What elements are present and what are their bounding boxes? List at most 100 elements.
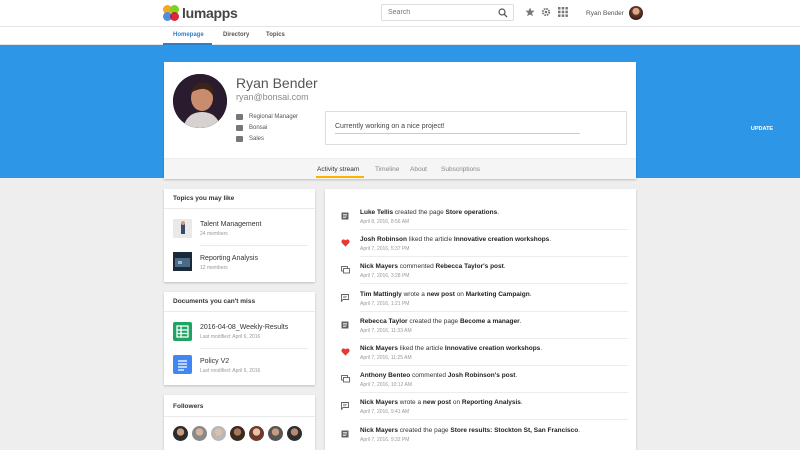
- tab-timeline[interactable]: Timeline: [375, 166, 399, 173]
- profile-card: Ryan Bender ryan@bonsai.com Regional Man…: [164, 62, 778, 179]
- star-icon[interactable]: [525, 7, 535, 17]
- feed-object[interactable]: new post: [427, 291, 455, 298]
- profile-department: Sales: [249, 136, 265, 142]
- feed-item[interactable]: Anthony Benteo commented Josh Robinson's…: [325, 366, 636, 394]
- feed-item[interactable]: Nick Mayers wrote a new post on Reportin…: [325, 393, 636, 421]
- feed-actor[interactable]: Nick Mayers: [360, 427, 398, 434]
- search-box[interactable]: [381, 4, 514, 21]
- document-icon[interactable]: [173, 355, 192, 374]
- tab-active-indicator: [316, 176, 364, 178]
- feed-object[interactable]: Marketing Campaign: [466, 291, 530, 298]
- main-nav: Homepage Directory Topics: [0, 27, 800, 45]
- feed-object[interactable]: Innovative creation workshops: [445, 345, 540, 352]
- feed-object[interactable]: new post: [423, 399, 451, 406]
- topic-thumbnail[interactable]: [173, 252, 192, 271]
- feed-object[interactable]: Rebecca Taylor's post: [436, 263, 504, 270]
- document-name[interactable]: Policy V2: [200, 358, 229, 365]
- feed-text: Nick Mayers wrote a new post on Reportin…: [360, 399, 523, 406]
- gear-icon[interactable]: [541, 7, 551, 17]
- feed-object[interactable]: Store operations: [446, 209, 498, 216]
- feed-item[interactable]: Josh Robinson liked the article Innovati…: [325, 230, 636, 258]
- nav-topics[interactable]: Topics: [266, 32, 285, 38]
- feed-timestamp: April 7, 2016, 1:21 PM: [360, 300, 410, 307]
- tab-subscriptions[interactable]: Subscriptions: [441, 166, 480, 173]
- nav-directory[interactable]: Directory: [223, 32, 249, 38]
- feed-actor[interactable]: Nick Mayers: [360, 345, 398, 352]
- feed-object[interactable]: Become a manager: [460, 318, 520, 325]
- feed-text: Nick Mayers liked the article Innovative…: [360, 345, 542, 352]
- avatar[interactable]: [249, 426, 264, 441]
- followers-list: [173, 426, 306, 441]
- avatar[interactable]: [173, 426, 188, 441]
- feed-tail: .: [520, 399, 523, 407]
- status-input[interactable]: Currently working on a nice project!: [335, 123, 445, 130]
- update-button[interactable]: UPDATE: [746, 123, 778, 135]
- feed-actor[interactable]: Nick Mayers: [360, 263, 398, 270]
- feed-object[interactable]: Innovative creation workshops: [454, 236, 549, 243]
- feed-object[interactable]: Reporting Analysis: [462, 399, 521, 406]
- documents-card: Documents you can't miss 2016-04-08_Week…: [164, 292, 315, 385]
- feed-actor[interactable]: Nick Mayers: [360, 399, 398, 406]
- topic-thumbnail[interactable]: [173, 219, 192, 238]
- document-modified: Last modified: April 6, 2016: [200, 368, 261, 374]
- feed-actor[interactable]: Rebecca Taylor: [360, 318, 408, 325]
- feed-item[interactable]: Nick Mayers commented Rebecca Taylor's p…: [325, 257, 636, 285]
- search-icon[interactable]: [498, 8, 508, 18]
- heart-icon: [341, 239, 350, 249]
- avatar[interactable]: [230, 426, 245, 441]
- feed-object[interactable]: Josh Robinson's post: [448, 372, 516, 379]
- feed-item[interactable]: Tim Mattingly wrote a new post on Market…: [325, 285, 636, 312]
- feed-item[interactable]: Luke Tellis created the page Store opera…: [325, 203, 636, 230]
- avatar[interactable]: [268, 426, 283, 441]
- feed-object[interactable]: Store results: Stockton St, San Francisc…: [450, 427, 578, 434]
- lumapps-logo-icon: [163, 5, 179, 21]
- feed-text: Nick Mayers created the page Store resul…: [360, 427, 580, 434]
- topic-name[interactable]: Talent Management: [200, 221, 261, 228]
- feed-tail: .: [578, 426, 581, 434]
- feed-timestamp: April 7, 2016, 11:33 AM: [360, 327, 412, 334]
- avatar[interactable]: [211, 426, 226, 441]
- apps-grid-icon[interactable]: [558, 7, 568, 17]
- avatar[interactable]: [192, 426, 207, 441]
- feed-verb: commented: [410, 372, 448, 380]
- tab-about[interactable]: About: [410, 166, 427, 173]
- user-menu[interactable]: Ryan Bender: [586, 6, 643, 20]
- feed-item[interactable]: Nick Mayers liked the article Innovative…: [325, 339, 636, 366]
- feed-text: Rebecca Taylor created the page Become a…: [360, 318, 521, 325]
- feed-timestamp: April 7, 2016, 10:12 AM: [360, 382, 412, 389]
- profile-email[interactable]: ryan@bonsai.com: [236, 92, 309, 102]
- comment-icon: [341, 375, 350, 385]
- feed-actor[interactable]: Tim Mattingly: [360, 291, 402, 298]
- profile-company: Bonsai: [249, 125, 268, 131]
- nav-homepage[interactable]: Homepage: [173, 32, 204, 38]
- briefcase-icon: [236, 125, 243, 131]
- feed-tail: on: [451, 399, 462, 407]
- top-bar: lumapps Ryan Bender: [0, 0, 800, 27]
- app-logo[interactable]: lumapps: [163, 4, 238, 22]
- document-name[interactable]: 2016-04-08_Weekly-Results: [200, 324, 288, 331]
- feed-text: Anthony Benteo commented Josh Robinson's…: [360, 372, 517, 379]
- topics-card: Topics you may like Talent Management 24…: [164, 189, 315, 282]
- feed-tail: .: [497, 209, 499, 216]
- post-icon: [341, 293, 349, 304]
- search-input[interactable]: [382, 5, 492, 20]
- badge-icon: [236, 114, 243, 120]
- page-icon: [341, 321, 349, 331]
- person-icon: [236, 136, 243, 142]
- topic-name[interactable]: Reporting Analysis: [200, 255, 258, 262]
- feed-item[interactable]: Nick Mayers created the page Store resul…: [325, 421, 636, 448]
- feed-item[interactable]: Rebecca Taylor created the page Become a…: [325, 312, 636, 339]
- divider: [164, 208, 315, 209]
- comment-icon: [341, 266, 350, 276]
- feed-actor[interactable]: Anthony Benteo: [360, 372, 410, 379]
- avatar[interactable]: [628, 6, 643, 20]
- avatar[interactable]: [287, 426, 302, 441]
- feed-actor[interactable]: Josh Robinson: [360, 236, 407, 243]
- tab-activity-stream[interactable]: Activity stream: [317, 166, 359, 173]
- feed-actor[interactable]: Luke Tellis: [360, 209, 393, 216]
- topic-members: 12 members: [200, 265, 228, 271]
- spreadsheet-icon[interactable]: [173, 322, 192, 341]
- profile-name: Ryan Bender: [236, 75, 318, 91]
- topic-members: 24 members: [200, 231, 228, 237]
- feed-text: Josh Robinson liked the article Innovati…: [360, 236, 551, 243]
